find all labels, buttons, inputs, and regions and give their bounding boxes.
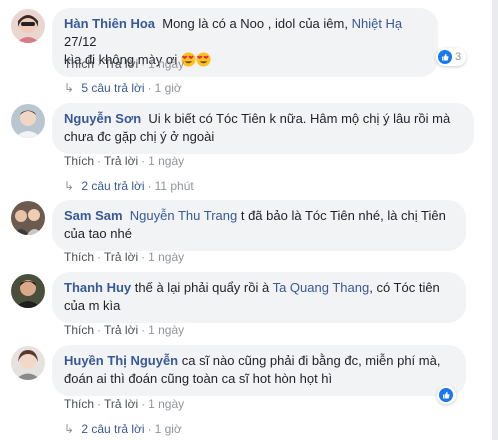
tagged-user[interactable]: Nguyễn Thu Trang <box>130 208 237 223</box>
comment-actions: Thích · Trả lời · 1 ngày <box>64 250 185 264</box>
avatar[interactable] <box>11 9 45 43</box>
replies-time: 1 giờ <box>154 422 182 436</box>
comment-actions: Thích · Trả lời · 1 ngày <box>64 397 185 411</box>
comment-text-after: 27/12 <box>64 34 97 49</box>
author-name[interactable]: Nguyễn Sơn <box>64 111 141 126</box>
avatar[interactable] <box>11 346 45 380</box>
comment-text: Mong là có a Noo , idol của iêm, <box>162 16 352 31</box>
comment-bubble: Thanh Huy thế à lại phải quẩy rồi à Ta Q… <box>52 272 466 323</box>
comment-time[interactable]: 1 ngày <box>148 57 184 71</box>
reply-arrow-icon: ↳ <box>64 81 75 95</box>
comment-text-line2: chưa đc gặp chị ý ở ngoài <box>64 129 215 144</box>
like-icon <box>439 388 453 402</box>
comment-actions: Thích · Trả lời · 1 ngày <box>64 57 185 71</box>
author-name[interactable]: Huyền Thị Nguyễn <box>64 353 178 368</box>
reply-button[interactable]: Trả lời <box>104 250 138 264</box>
comment-time[interactable]: 1 ngày <box>148 397 184 411</box>
author-name[interactable]: Hàn Thiên Hoa <box>64 16 155 31</box>
like-button[interactable]: Thích <box>64 154 94 168</box>
reply-button[interactable]: Trả lời <box>104 154 138 168</box>
view-replies-link[interactable]: ↳ 2 câu trả lời · 1 giờ <box>64 422 182 436</box>
author-name[interactable]: Sam Sam <box>64 208 123 223</box>
like-icon <box>438 50 452 64</box>
comment-text-line2: đoán ai thì đoán cũng toàn ca sĩ hot hòn… <box>64 371 333 386</box>
replies-count[interactable]: 2 câu trả lời <box>81 179 144 193</box>
comment-actions: Thích · Trả lời · 1 ngày <box>64 154 185 168</box>
comment-text-line2: của m kìa <box>64 298 121 313</box>
like-reaction[interactable] <box>437 386 456 404</box>
like-button[interactable]: Thích <box>64 57 94 71</box>
reaction-number: 3 <box>455 51 462 63</box>
scrollbar[interactable] <box>492 0 498 440</box>
comment-text: ca sĩ nào cũng phải đi bằng đc, miễn phí… <box>178 353 441 368</box>
reply-arrow-icon: ↳ <box>64 422 75 436</box>
heart-eyes-emoji-icon <box>196 52 211 67</box>
like-button[interactable]: Thích <box>64 323 94 337</box>
like-button[interactable]: Thích <box>64 397 94 411</box>
reply-arrow-icon: ↳ <box>64 179 75 193</box>
avatar[interactable] <box>11 201 45 235</box>
tagged-user[interactable]: Ta Quang Thang <box>273 280 370 295</box>
reply-button[interactable]: Trả lời <box>104 323 138 337</box>
replies-time: 1 giờ <box>154 81 182 95</box>
replies-count[interactable]: 2 câu trả lời <box>81 422 144 436</box>
comment-bubble: Sam Sam Nguyễn Thu Trang t đã bảo là Tóc… <box>52 200 466 251</box>
reply-button[interactable]: Trả lời <box>104 57 138 71</box>
author-name[interactable]: Thanh Huy <box>64 280 131 295</box>
view-replies-link[interactable]: ↳ 5 câu trả lời · 1 giờ <box>64 81 182 95</box>
comment-text-line2: của tao nhé <box>64 226 132 241</box>
comments-panel: Hàn Thiên Hoa Mong là có a Noo , idol củ… <box>0 0 498 440</box>
avatar[interactable] <box>11 104 45 138</box>
comment-time[interactable]: 1 ngày <box>148 250 184 264</box>
comment-bubble: Huyền Thị Nguyễn ca sĩ nào cũng phải đi … <box>52 345 466 396</box>
comment-text: Ui k biết có Tóc Tiên k nữa. Hâm mộ chị … <box>148 111 451 126</box>
comment-time[interactable]: 1 ngày <box>148 154 184 168</box>
comment-text: thế à lại phải quẩy rồi à <box>131 280 273 295</box>
comment-actions: Thích · Trả lời · 1 ngày <box>64 323 185 337</box>
replies-time: 11 phút <box>154 179 194 193</box>
reaction-count[interactable]: 3 <box>436 48 467 66</box>
replies-count[interactable]: 5 câu trả lời <box>81 81 144 95</box>
comment-bubble: Nguyễn Sơn Ui k biết có Tóc Tiên k nữa. … <box>52 103 474 154</box>
comment-time[interactable]: 1 ngày <box>148 323 184 337</box>
tagged-user[interactable]: Nhiệt Hạ <box>352 16 403 31</box>
like-button[interactable]: Thích <box>64 250 94 264</box>
avatar[interactable] <box>11 274 45 308</box>
comment-text: t đã bảo là Tóc Tiên nhé, là chị Tiên <box>237 208 446 223</box>
view-replies-link[interactable]: ↳ 2 câu trả lời · 11 phút <box>64 179 194 193</box>
reply-button[interactable]: Trả lời <box>104 397 138 411</box>
comment-text-after: , có Tóc tiên <box>369 280 440 295</box>
